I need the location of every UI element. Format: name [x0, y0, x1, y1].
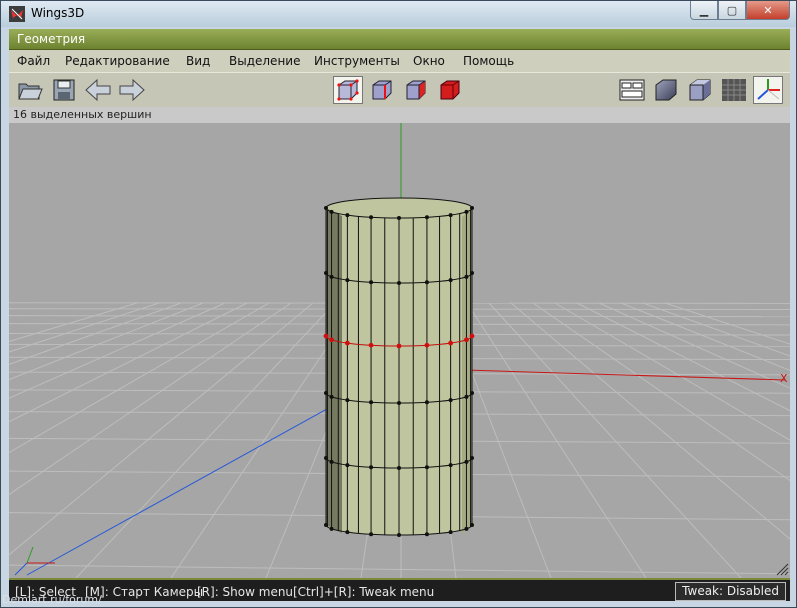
status-hint-middle: [M]: Старт Камеры [85, 585, 204, 599]
wings-client-area: Геометрия Файл Редактирование Вид Выделе… [9, 29, 790, 601]
vertex-mode-icon [337, 79, 359, 101]
info-line: 16 выделенных вершин [9, 107, 790, 123]
wings3d-logo-icon [9, 6, 25, 22]
cylinder-mesh[interactable] [323, 197, 475, 537]
3d-viewport[interactable]: X [9, 123, 790, 578]
menu-bar: Файл Редактирование Вид Выделение Инстру… [9, 50, 790, 72]
edge-mode-button[interactable] [367, 76, 397, 104]
selected-vertex[interactable] [469, 333, 475, 339]
open-folder-icon [18, 83, 43, 100]
window-title: Wings3D [31, 6, 85, 20]
close-button[interactable]: ✕ [746, 1, 790, 20]
menu-file[interactable]: Файл [17, 54, 50, 68]
tweak-status-badge[interactable]: Tweak: Disabled [675, 582, 786, 601]
ground-grid-icon [722, 79, 746, 101]
ground-grid-button[interactable] [719, 76, 749, 104]
toolbar [9, 72, 790, 108]
save-icon [53, 79, 75, 101]
selected-vertex[interactable] [424, 342, 430, 348]
maximize-button[interactable]: ▢ [718, 1, 746, 20]
status-hint-right: [R]: Show menu [197, 585, 294, 599]
face-mode-icon [406, 80, 426, 100]
minimize-button[interactable]: ▁ [690, 1, 718, 20]
selected-vertex[interactable] [344, 340, 350, 346]
open-button[interactable] [15, 76, 45, 104]
flat-shaded-button[interactable] [685, 76, 715, 104]
minimize-icon: ▁ [699, 3, 709, 17]
body-mode-icon [440, 80, 460, 100]
workmode-icon [619, 79, 645, 101]
status-bar: [L]: Select [M]: Старт Камеры [R]: Show … [9, 578, 790, 601]
menu-window[interactable]: Окно [413, 54, 445, 68]
undo-button[interactable] [83, 76, 113, 104]
vertex-mode-button[interactable] [333, 76, 363, 104]
menu-view[interactable]: Вид [186, 54, 210, 68]
redo-button[interactable] [117, 76, 147, 104]
axes-button[interactable] [753, 76, 783, 104]
close-icon: ✕ [763, 3, 773, 17]
selected-vertex[interactable] [448, 340, 454, 346]
resize-grip-icon[interactable] [776, 563, 789, 576]
selected-vertex[interactable] [329, 337, 334, 343]
menu-tools[interactable]: Инструменты [314, 54, 400, 68]
smooth-shaded-button[interactable] [651, 76, 681, 104]
menu-edit[interactable]: Редактирование [65, 54, 170, 68]
workmode-button[interactable] [617, 76, 647, 104]
viewport-canvas[interactable]: X [9, 123, 790, 578]
status-hint-tweak: [Ctrl]+[R]: Tweak menu [293, 585, 435, 599]
save-button[interactable] [49, 76, 79, 104]
flat-shaded-icon [689, 79, 711, 101]
redo-arrow-icon [119, 78, 145, 102]
face-mode-button[interactable] [401, 76, 431, 104]
body-mode-button[interactable] [435, 76, 465, 104]
app-window: Wings3D ▁ ▢ ✕ Геометрия Файл Редактирова… [0, 0, 797, 608]
title-bar[interactable]: Wings3D ▁ ▢ ✕ [1, 1, 796, 27]
geometry-window-bar[interactable]: Геометрия [9, 29, 790, 50]
selected-vertex[interactable] [368, 342, 374, 348]
selected-vertex[interactable] [396, 343, 402, 349]
x-axis-label: X [780, 372, 788, 385]
geometry-window-title: Геометрия [17, 32, 86, 46]
menu-help[interactable]: Помощь [463, 54, 514, 68]
menu-select[interactable]: Выделение [229, 54, 300, 68]
undo-arrow-icon [85, 78, 111, 102]
maximize-icon: ▢ [726, 3, 738, 17]
watermark-text: Demiart.ru/forum/ [2, 593, 102, 606]
selected-vertex[interactable] [323, 333, 329, 339]
selection-info-text: 16 выделенных вершин [13, 108, 152, 121]
edge-mode-icon [372, 80, 392, 100]
smooth-shaded-icon [655, 79, 677, 101]
window-controls: ▁ ▢ ✕ [690, 1, 790, 21]
selected-vertex[interactable] [464, 337, 469, 343]
axes-icon [757, 79, 780, 100]
